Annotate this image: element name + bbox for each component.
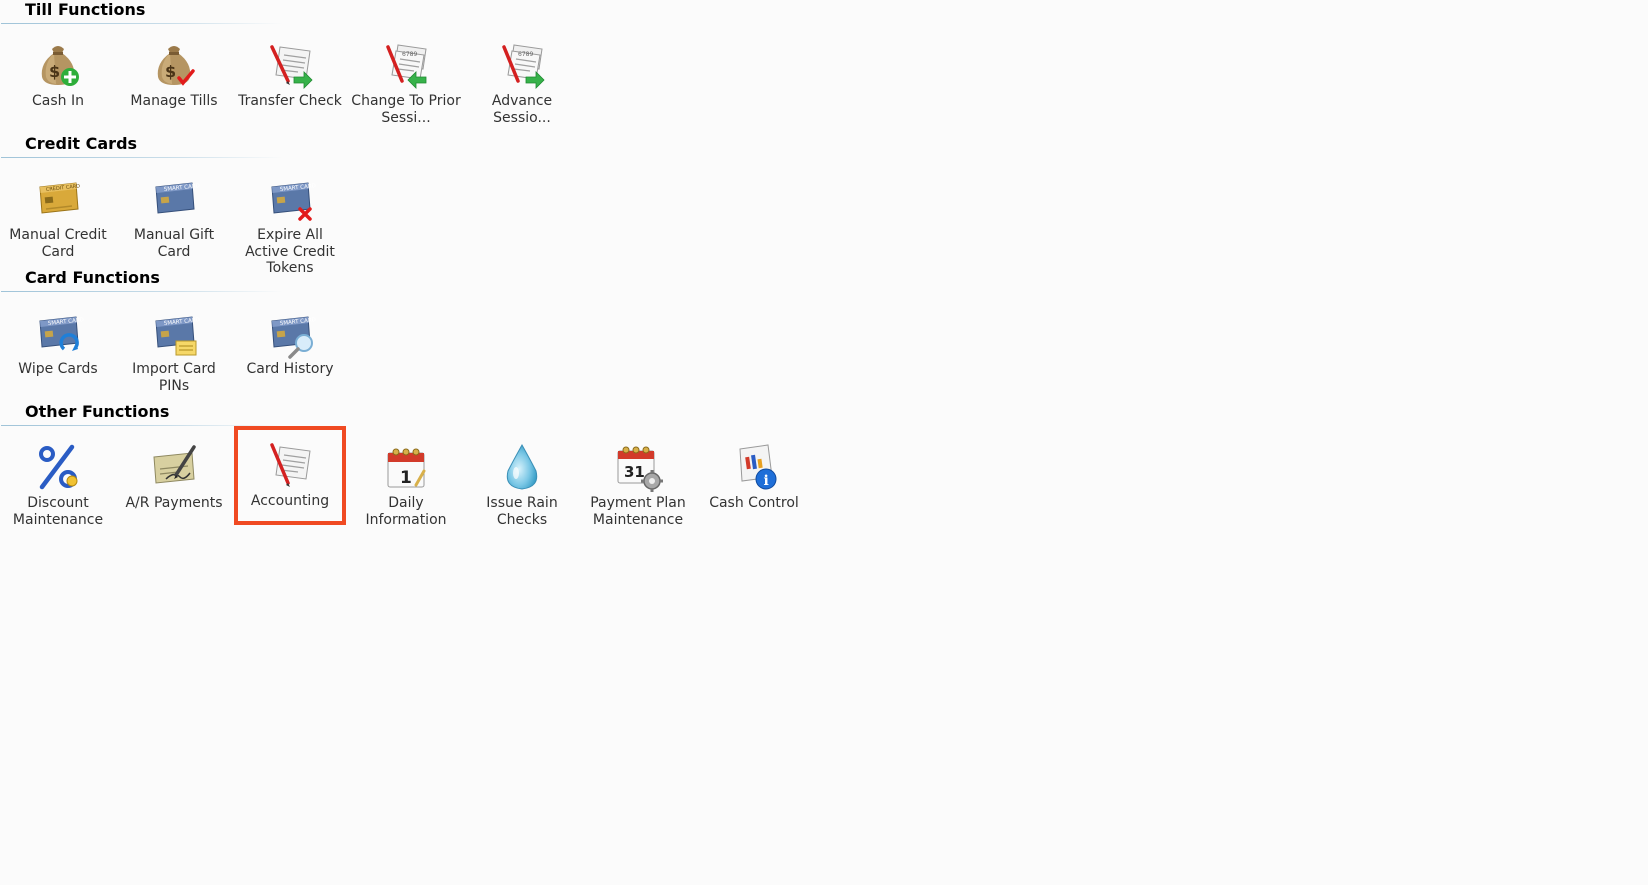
smart-card-import-icon: SMART CARD [155,316,200,356]
change-to-prior-session-button[interactable]: 6789 Change To Prior Sessi... [348,31,464,127]
section-title-till-functions: Till Functions [25,0,146,19]
svg-text:i: i [764,473,769,489]
change-to-prior-session-label: Change To Prior Sessi... [351,93,461,126]
import-card-pins-label: Import Card PINs [132,361,216,394]
cash-in-label: Cash In [32,93,84,109]
section-divider [1,23,283,24]
svg-text:$: $ [49,62,60,81]
ar-payments-button[interactable]: A/R Payments [116,433,232,529]
check-signing-icon [153,445,196,484]
calendar-day-icon: 1 [387,448,426,488]
section-divider [1,157,283,158]
cash-control-button[interactable]: i Cash Control [696,433,812,529]
check-transfer-icon [270,45,313,89]
svg-text:6789: 6789 [402,51,417,58]
section-divider [1,291,283,292]
advance-session-button[interactable]: 6789 Advance Sessio... [464,31,580,127]
transfer-check-label: Transfer Check [238,93,342,109]
discount-maintenance-button[interactable]: Discount Maintenance [0,433,116,529]
smart-card-search-icon: SMART CARD [271,316,316,359]
smart-card-icon: SMART CARD [155,182,200,214]
transfer-check-button[interactable]: Transfer Check [232,31,348,127]
svg-text:31: 31 [624,463,645,481]
card-history-label: Card History [246,361,334,377]
ledger-pencil-icon [270,443,311,487]
manage-tills-label: Manage Tills [130,93,218,109]
section-title-card-functions: Card Functions [25,268,160,287]
report-info-icon: i [739,444,777,490]
percent-icon [39,444,78,490]
svg-text:1: 1 [400,468,412,488]
section-title-other-functions: Other Functions [25,402,170,421]
import-card-pins-button[interactable]: SMART CARD Import Card PINs [116,299,232,395]
manage-tills-button[interactable]: $ Manage Tills [116,31,232,127]
cash-in-button[interactable]: $ Cash In [0,31,116,127]
money-bag-add-icon: $ [41,46,79,86]
manual-gift-card-label: Manual Gift Card [133,227,215,260]
issue-rain-checks-label: Issue Rain Checks [486,495,558,528]
check-forward-arrow-icon: 6789 [502,44,545,89]
calendar-gear-icon: 31 [617,446,663,492]
money-bag-check-icon: $ [157,46,195,86]
expire-all-active-credit-tokens-label: Expire All Active Credit Tokens [245,227,335,276]
card-history-button[interactable]: SMART CARD Card History [232,299,348,395]
gold-credit-card-icon: CREDIT CARD [39,182,80,214]
discount-maintenance-label: Discount Maintenance [12,495,104,528]
svg-text:6789: 6789 [518,51,533,58]
manual-credit-card-button[interactable]: CREDIT CARD Manual Credit Card [0,165,116,261]
function-menu-page: Till Functions $ Cash In $ Manage Tills [0,0,1648,885]
check-back-arrow-icon: 6789 [386,44,427,89]
accounting-button[interactable]: Accounting [234,426,346,525]
payment-plan-maintenance-button[interactable]: 31 Payment Plan Maintenance [580,433,696,529]
daily-information-label: Daily Information [365,495,447,528]
manual-gift-card-button[interactable]: SMART CARD Manual Gift Card [116,165,232,261]
cash-control-label: Cash Control [709,495,799,511]
advance-session-label: Advance Sessio... [491,93,553,126]
issue-rain-checks-button[interactable]: Issue Rain Checks [464,433,580,529]
svg-text:$: $ [165,62,176,81]
daily-information-button[interactable]: 1 Daily Information [348,433,464,529]
wipe-cards-button[interactable]: SMART CARD Wipe Cards [0,299,116,395]
section-title-credit-cards: Credit Cards [25,134,138,153]
smart-card-refresh-icon: SMART CARD [39,316,84,351]
payment-plan-maintenance-label: Payment Plan Maintenance [590,495,686,528]
smart-card-delete-icon: SMART CARD [271,182,316,221]
manual-credit-card-label: Manual Credit Card [9,227,107,260]
accounting-label: Accounting [250,493,330,509]
wipe-cards-label: Wipe Cards [18,361,98,377]
ar-payments-label: A/R Payments [125,495,223,511]
expire-all-active-credit-tokens-button[interactable]: SMART CARD Expire All Active Credit Toke… [232,165,348,276]
water-drop-icon [506,443,538,490]
